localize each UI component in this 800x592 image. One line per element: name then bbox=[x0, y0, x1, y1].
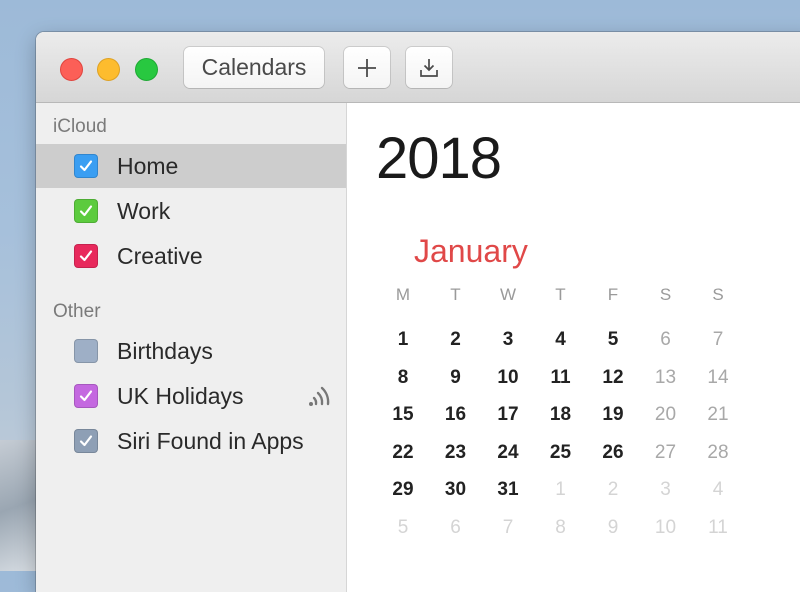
day-cell[interactable]: 21 bbox=[698, 404, 738, 426]
calendar-window: Calendars iCloud Home Work Creative Othe… bbox=[36, 32, 800, 592]
day-cell[interactable]: 23 bbox=[436, 442, 476, 464]
day-cell[interactable]: 6 bbox=[646, 329, 686, 351]
toolbar: Calendars bbox=[36, 32, 800, 103]
weekday-label: S bbox=[659, 285, 672, 304]
day-cell[interactable]: 24 bbox=[488, 442, 528, 464]
day-cell[interactable]: 7 bbox=[698, 329, 738, 351]
calendar-item-uk-holidays[interactable]: UK Holidays bbox=[36, 374, 346, 418]
section-header-icloud: iCloud bbox=[53, 116, 107, 137]
day-cell[interactable]: 16 bbox=[436, 404, 476, 426]
weekday-label: S bbox=[712, 285, 724, 304]
weekday-label: W bbox=[499, 285, 517, 304]
calendar-checkbox[interactable] bbox=[74, 199, 98, 223]
day-cell[interactable]: 22 bbox=[383, 442, 423, 464]
calendars-button[interactable]: Calendars bbox=[184, 47, 324, 88]
day-cell[interactable]: 8 bbox=[383, 367, 423, 389]
checkmark-icon bbox=[79, 250, 93, 262]
day-cell[interactable]: 8 bbox=[541, 517, 581, 539]
calendar-checkbox[interactable] bbox=[74, 384, 98, 408]
calendar-item-birthdays[interactable]: Birthdays bbox=[36, 329, 346, 373]
calendar-label: UK Holidays bbox=[117, 382, 244, 409]
day-cell[interactable]: 4 bbox=[698, 479, 738, 501]
day-cell[interactable]: 28 bbox=[698, 442, 738, 464]
day-cell[interactable]: 2 bbox=[436, 329, 476, 351]
day-cell[interactable]: 27 bbox=[646, 442, 686, 464]
minimize-window-button[interactable] bbox=[97, 58, 120, 81]
close-window-button[interactable] bbox=[60, 58, 83, 81]
day-cell[interactable]: 9 bbox=[436, 367, 476, 389]
calendar-item-work[interactable]: Work bbox=[36, 189, 346, 233]
subscription-feed-icon bbox=[309, 386, 330, 406]
checkmark-icon bbox=[79, 435, 93, 447]
day-cell[interactable]: 10 bbox=[646, 517, 686, 539]
weekday-label: M bbox=[395, 285, 411, 304]
desktop-wallpaper bbox=[0, 440, 40, 571]
day-cell[interactable]: 18 bbox=[541, 404, 581, 426]
day-cell[interactable]: 1 bbox=[541, 479, 581, 501]
weekday-label: T bbox=[555, 285, 566, 304]
calendar-list-sidebar: iCloud Home Work Creative Other Birthday… bbox=[36, 103, 347, 592]
day-cell[interactable]: 13 bbox=[646, 367, 686, 389]
day-cell[interactable]: 6 bbox=[436, 517, 476, 539]
zoom-window-button[interactable] bbox=[135, 58, 158, 81]
day-cell[interactable]: 12 bbox=[593, 367, 633, 389]
checkmark-icon bbox=[79, 390, 93, 402]
day-cell[interactable]: 9 bbox=[593, 517, 633, 539]
day-cell[interactable]: 2 bbox=[593, 479, 633, 501]
year-view: 2018 January M T W T F S S 1 2 3 4 5 6 7 8 9 10 11 12 13 14 1… bbox=[347, 103, 800, 592]
export-button[interactable] bbox=[406, 47, 452, 88]
day-cell[interactable]: 25 bbox=[541, 442, 581, 464]
day-cell[interactable]: 5 bbox=[383, 517, 423, 539]
calendars-button-label: Calendars bbox=[201, 54, 307, 80]
calendar-label: Birthdays bbox=[117, 337, 213, 364]
calendar-checkbox[interactable] bbox=[74, 429, 98, 453]
day-cell[interactable]: 15 bbox=[383, 404, 423, 426]
year-title: 2018 bbox=[376, 126, 502, 191]
day-cell[interactable]: 26 bbox=[593, 442, 633, 464]
calendar-item-home[interactable]: Home bbox=[36, 144, 346, 188]
day-cell[interactable]: 29 bbox=[383, 479, 423, 501]
day-cell[interactable]: 19 bbox=[593, 404, 633, 426]
day-cell[interactable]: 11 bbox=[698, 517, 738, 539]
add-event-button[interactable] bbox=[344, 47, 390, 88]
day-cell[interactable]: 3 bbox=[646, 479, 686, 501]
day-cell[interactable]: 10 bbox=[488, 367, 528, 389]
day-cell[interactable]: 5 bbox=[593, 329, 633, 351]
calendar-label: Creative bbox=[117, 242, 203, 269]
plus-icon bbox=[358, 58, 376, 77]
calendar-label: Siri Found in Apps bbox=[117, 427, 304, 454]
day-cell[interactable]: 31 bbox=[488, 479, 528, 501]
day-cell[interactable]: 14 bbox=[698, 367, 738, 389]
day-cell[interactable]: 20 bbox=[646, 404, 686, 426]
day-cell[interactable]: 1 bbox=[383, 329, 423, 351]
day-cell[interactable]: 30 bbox=[436, 479, 476, 501]
calendar-item-siri-found-in-apps[interactable]: Siri Found in Apps bbox=[36, 419, 346, 463]
month-title[interactable]: January bbox=[414, 233, 528, 270]
day-cell[interactable]: 17 bbox=[488, 404, 528, 426]
day-cell[interactable]: 7 bbox=[488, 517, 528, 539]
day-cell[interactable]: 3 bbox=[488, 329, 528, 351]
weekday-label: T bbox=[450, 285, 461, 304]
weekday-label: F bbox=[607, 285, 619, 304]
checkmark-icon bbox=[79, 160, 93, 172]
calendar-checkbox[interactable] bbox=[74, 154, 98, 178]
calendar-item-creative[interactable]: Creative bbox=[36, 234, 346, 278]
calendar-label: Work bbox=[117, 197, 171, 224]
checkmark-icon bbox=[79, 205, 93, 217]
day-cell[interactable]: 4 bbox=[541, 329, 581, 351]
calendar-checkbox[interactable] bbox=[74, 244, 98, 268]
day-cell[interactable]: 11 bbox=[541, 367, 581, 389]
section-header-other: Other bbox=[53, 301, 101, 322]
calendar-label: Home bbox=[117, 152, 179, 179]
download-tray-icon bbox=[420, 58, 438, 77]
calendar-checkbox[interactable] bbox=[74, 339, 98, 363]
